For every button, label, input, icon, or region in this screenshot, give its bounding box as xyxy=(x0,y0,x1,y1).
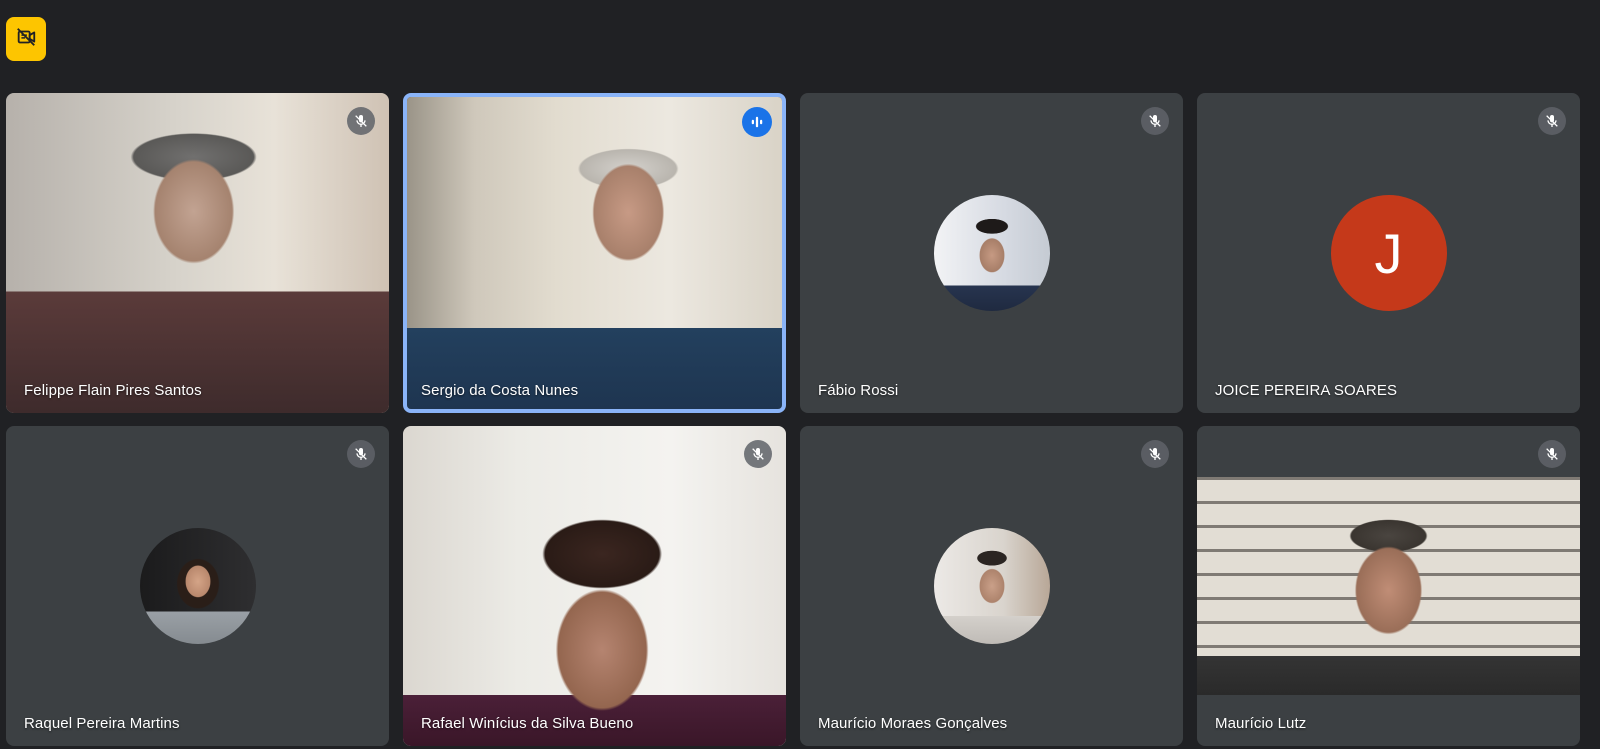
participant-name: Maurício Moraes Gonçalves xyxy=(818,715,1008,732)
participant-name: Fábio Rossi xyxy=(818,382,899,399)
participant-name: JOICE PEREIRA SOARES xyxy=(1215,382,1398,399)
participant-video xyxy=(6,93,389,413)
participant-name: Rafael Winícius da Silva Bueno xyxy=(421,715,634,732)
participant-name: Maurício Lutz xyxy=(1215,715,1307,732)
muted-mic-icon xyxy=(347,440,375,468)
participant-tile[interactable]: Maurício Moraes Gonçalves xyxy=(800,426,1183,746)
muted-mic-icon xyxy=(1538,107,1566,135)
participant-tile[interactable]: Felippe Flain Pires Santos xyxy=(6,93,389,413)
participant-tile[interactable]: J JOICE PEREIRA SOARES xyxy=(1197,93,1580,413)
participant-tile[interactable]: Fábio Rossi xyxy=(800,93,1183,413)
participant-tile[interactable]: Rafael Winícius da Silva Bueno xyxy=(403,426,786,746)
muted-mic-icon xyxy=(1141,107,1169,135)
participant-avatar xyxy=(933,528,1050,644)
participant-video xyxy=(407,97,782,409)
participant-video xyxy=(1197,477,1580,695)
participant-avatar: J xyxy=(1330,195,1447,311)
participant-name: Sergio da Costa Nunes xyxy=(421,382,579,399)
muted-mic-icon xyxy=(347,107,375,135)
participant-video xyxy=(403,426,786,746)
participant-tile[interactable]: Maurício Lutz xyxy=(1197,426,1580,746)
avatar-initial: J xyxy=(1374,221,1403,285)
participant-avatar xyxy=(139,528,256,644)
participant-tile[interactable]: Raquel Pereira Martins xyxy=(6,426,389,746)
participant-name: Raquel Pereira Martins xyxy=(24,715,180,732)
muted-mic-icon xyxy=(1141,440,1169,468)
camera-off-button[interactable] xyxy=(6,17,46,61)
participant-avatar xyxy=(933,195,1050,311)
participant-name: Felippe Flain Pires Santos xyxy=(24,382,202,399)
muted-mic-icon xyxy=(744,440,772,468)
participant-tile-active-speaker[interactable]: Sergio da Costa Nunes xyxy=(403,93,786,413)
camera-off-icon xyxy=(15,26,37,53)
muted-mic-icon xyxy=(1538,440,1566,468)
speaking-indicator-icon xyxy=(742,107,772,137)
